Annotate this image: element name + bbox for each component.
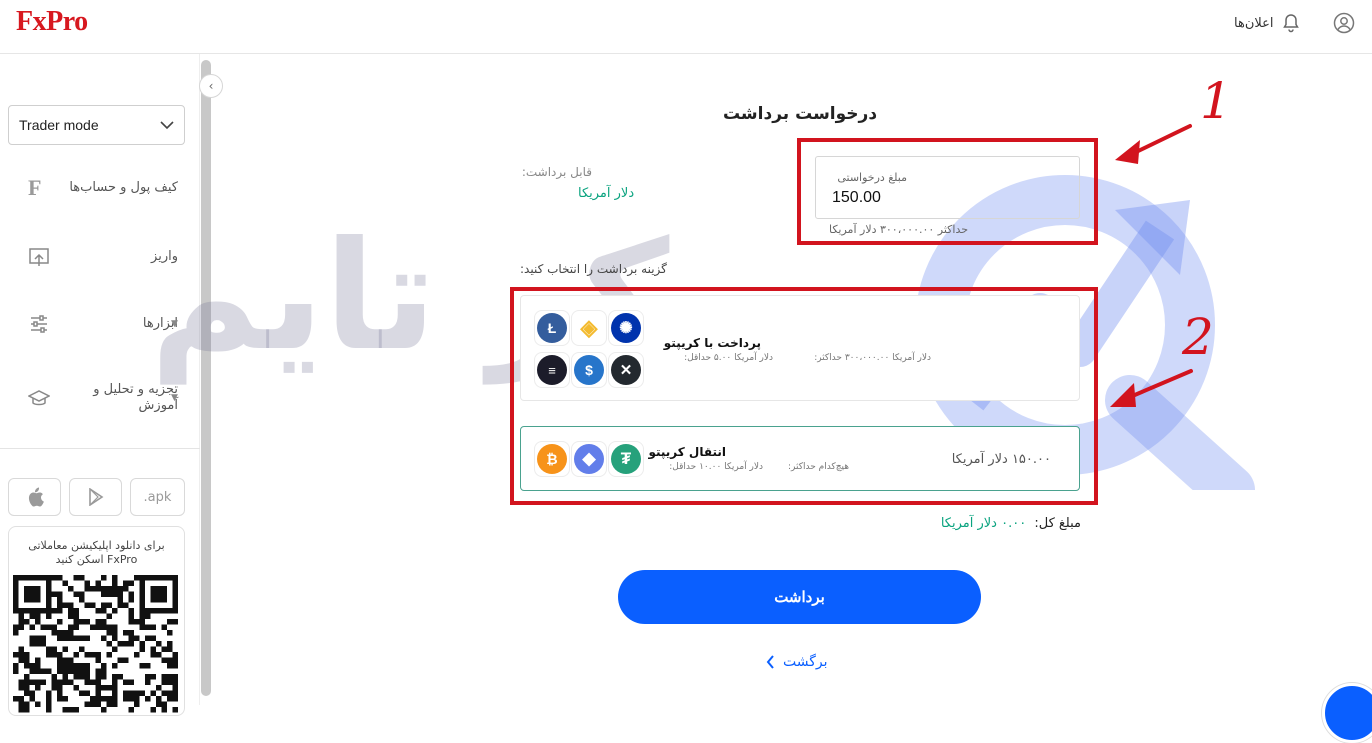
caret-down-icon: ▼ [171, 319, 178, 329]
top-bar: FxPro اعلان‌ها [0, 0, 1372, 54]
deposit-icon [29, 248, 49, 266]
caret-down-icon: ▼ [171, 393, 178, 403]
annotation-arrow-2 [1110, 369, 1193, 407]
bell-icon [1282, 14, 1299, 33]
sidebar-item-label: ابزارها [142, 316, 178, 331]
sidebar-item-deposit[interactable]: واریز [0, 235, 200, 279]
notifications-button[interactable]: اعلان‌ها [1234, 12, 1300, 34]
live-chat-button[interactable] [1322, 683, 1372, 743]
sidebar: Trader mode F کیف پول و حساب‌ها واریز اب… [0, 54, 200, 716]
withdraw-button[interactable]: برداشت [618, 570, 981, 624]
collapse-sidebar-button[interactable]: ‹ [199, 74, 223, 98]
qr-code-image [13, 575, 178, 713]
annotation-box-amount [797, 138, 1098, 245]
available-label: قابل برداشت: [521, 165, 592, 179]
annotation-arrow-1 [1115, 124, 1192, 164]
notifications-label: اعلان‌ها [1234, 15, 1274, 31]
total-value: ۰.۰۰ دلار آمریکا [940, 516, 1027, 531]
graduation-cap-icon [28, 390, 50, 406]
trader-mode-value: Trader mode [19, 117, 99, 133]
sidebar-scrollbar[interactable] [201, 60, 211, 696]
sidebar-item-tools[interactable]: ابزارها ▼ [0, 302, 200, 346]
user-account-icon[interactable] [1333, 12, 1355, 34]
sliders-icon [31, 315, 47, 333]
chevron-left-icon: ‹ [208, 79, 214, 93]
sidebar-divider [0, 448, 200, 449]
sidebar-item-wallet[interactable]: F کیف پول و حساب‌ها [0, 166, 200, 210]
fxpro-logo[interactable]: FxPro [16, 6, 88, 38]
page-title: درخواست برداشت [722, 104, 878, 124]
available-value: دلار آمریکا [578, 186, 635, 201]
google-play-button[interactable] [69, 478, 122, 516]
sidebar-item-analysis[interactable]: تجزیه و تحلیل و آموزش ▼ [0, 376, 200, 420]
choose-method-label: گزینه برداشت را انتخاب کنید: [520, 262, 667, 276]
chevron-down-icon [160, 120, 174, 129]
trader-mode-select[interactable]: Trader mode [8, 105, 185, 145]
total-amount: مبلغ کل: ۰.۰۰ دلار آمریکا [916, 516, 1081, 531]
annotation-number-1: 1 [1200, 72, 1232, 130]
google-play-icon [88, 488, 103, 506]
sidebar-item-label: کیف پول و حساب‌ها [69, 180, 178, 195]
wallet-f-icon: F [28, 175, 42, 200]
total-label: مبلغ کل: [1034, 516, 1081, 531]
qr-download-card: برای دانلود اپلیکیشن معاملاتی FxPro اسکن… [8, 526, 185, 716]
annotation-box-options [510, 287, 1098, 505]
apk-download-button[interactable]: .apk [130, 478, 185, 516]
apple-app-button[interactable] [8, 478, 61, 516]
sidebar-item-label: تجزیه و تحلیل و آموزش [93, 382, 178, 413]
chevron-left-icon [766, 655, 774, 669]
back-label: برگشت [783, 654, 828, 670]
annotation-number-2: 2 [1182, 308, 1214, 366]
qr-caption: برای دانلود اپلیکیشن معاملاتی FxPro اسکن… [28, 539, 165, 566]
apple-icon [28, 487, 44, 507]
sidebar-item-label: واریز [151, 249, 178, 264]
back-link[interactable]: برگشت [766, 654, 828, 670]
